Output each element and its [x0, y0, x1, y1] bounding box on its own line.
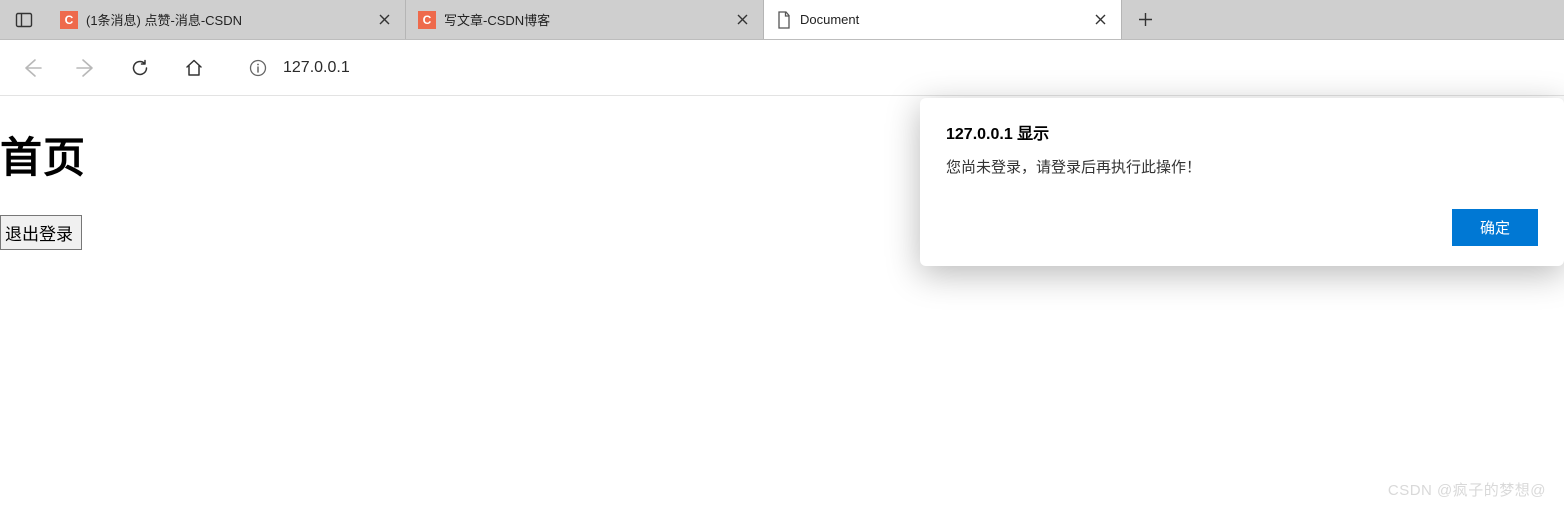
site-info-button[interactable] — [247, 57, 269, 79]
tab-title: (1条消息) 点赞-消息-CSDN — [86, 10, 365, 29]
logout-button[interactable]: 退出登录 — [0, 215, 82, 250]
plus-icon — [1138, 12, 1153, 27]
csdn-favicon-icon: C — [418, 11, 436, 29]
new-tab-button[interactable] — [1122, 0, 1168, 39]
alert-actions: 确定 — [946, 209, 1538, 246]
alert-title: 127.0.0.1 显示 — [946, 120, 1538, 144]
close-icon — [737, 14, 748, 25]
refresh-button[interactable] — [114, 46, 166, 90]
tab-document[interactable]: Document — [764, 0, 1122, 39]
refresh-icon — [130, 58, 150, 78]
tab-title: Document — [800, 12, 1081, 27]
tab-strip: C (1条消息) 点赞-消息-CSDN C 写文章-CSDN博客 Documen… — [0, 0, 1564, 40]
tab-csdn-messages[interactable]: C (1条消息) 点赞-消息-CSDN — [48, 0, 406, 39]
url-text: 127.0.0.1 — [283, 59, 350, 77]
tab-close-button[interactable] — [1089, 9, 1111, 31]
panel-icon — [15, 11, 33, 29]
tab-close-button[interactable] — [731, 9, 753, 31]
close-icon — [1095, 14, 1106, 25]
back-button[interactable] — [6, 46, 58, 90]
tab-close-button[interactable] — [373, 9, 395, 31]
arrow-right-icon — [75, 57, 97, 79]
home-button[interactable] — [168, 46, 220, 90]
home-icon — [184, 58, 204, 78]
watermark: CSDN @疯子的梦想@ — [1388, 479, 1546, 500]
alert-ok-button[interactable]: 确定 — [1452, 209, 1538, 246]
info-icon — [249, 59, 267, 77]
browser-toolbar: 127.0.0.1 — [0, 40, 1564, 96]
tab-csdn-write[interactable]: C 写文章-CSDN博客 — [406, 0, 764, 39]
tab-title: 写文章-CSDN博客 — [444, 10, 723, 29]
arrow-left-icon — [21, 57, 43, 79]
close-icon — [379, 14, 390, 25]
forward-button[interactable] — [60, 46, 112, 90]
address-bar[interactable]: 127.0.0.1 — [232, 50, 1558, 86]
tab-actions-button[interactable] — [0, 0, 48, 39]
javascript-alert-dialog: 127.0.0.1 显示 您尚未登录，请登录后再执行此操作！ 确定 — [920, 98, 1564, 266]
file-icon — [776, 11, 792, 29]
csdn-favicon-icon: C — [60, 11, 78, 29]
alert-message: 您尚未登录，请登录后再执行此操作！ — [946, 156, 1538, 177]
